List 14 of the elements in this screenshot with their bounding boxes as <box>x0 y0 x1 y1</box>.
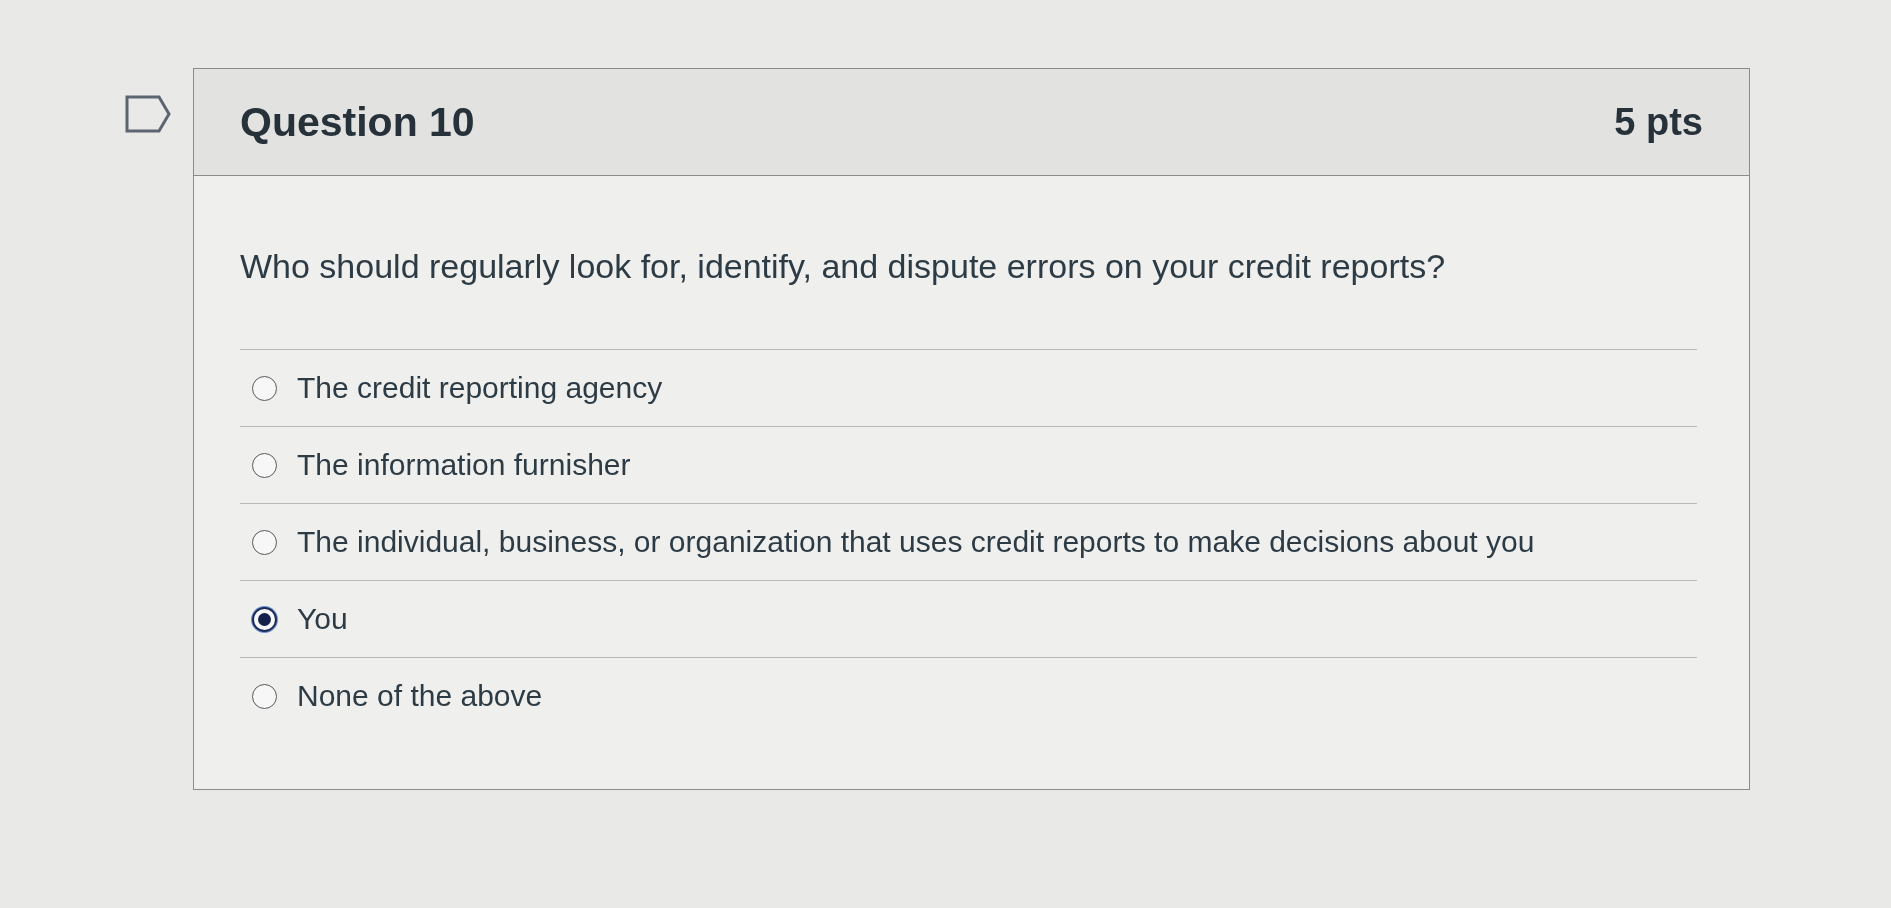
points-label: 5 pts <box>1614 100 1703 144</box>
radio-button[interactable] <box>252 529 277 555</box>
answer-label[interactable]: The credit reporting agency <box>297 371 663 405</box>
answer-label[interactable]: None of the above <box>297 679 543 713</box>
question-title: Question 10 <box>240 98 475 146</box>
flag-icon[interactable] <box>125 95 171 133</box>
radio-button[interactable] <box>252 606 277 632</box>
answer-label[interactable]: The individual, business, or organization that uses credit reports to make decisions about you <box>297 525 1535 559</box>
answer-label[interactable]: The information furnisher <box>297 448 631 482</box>
answer-label[interactable]: You <box>297 602 348 636</box>
radio-button[interactable] <box>252 683 277 709</box>
radio-button[interactable] <box>252 452 277 478</box>
radio-button[interactable] <box>252 375 277 401</box>
question-text: Who should regularly look for, identify, and dispute errors on your credit reports? <box>240 246 1447 286</box>
